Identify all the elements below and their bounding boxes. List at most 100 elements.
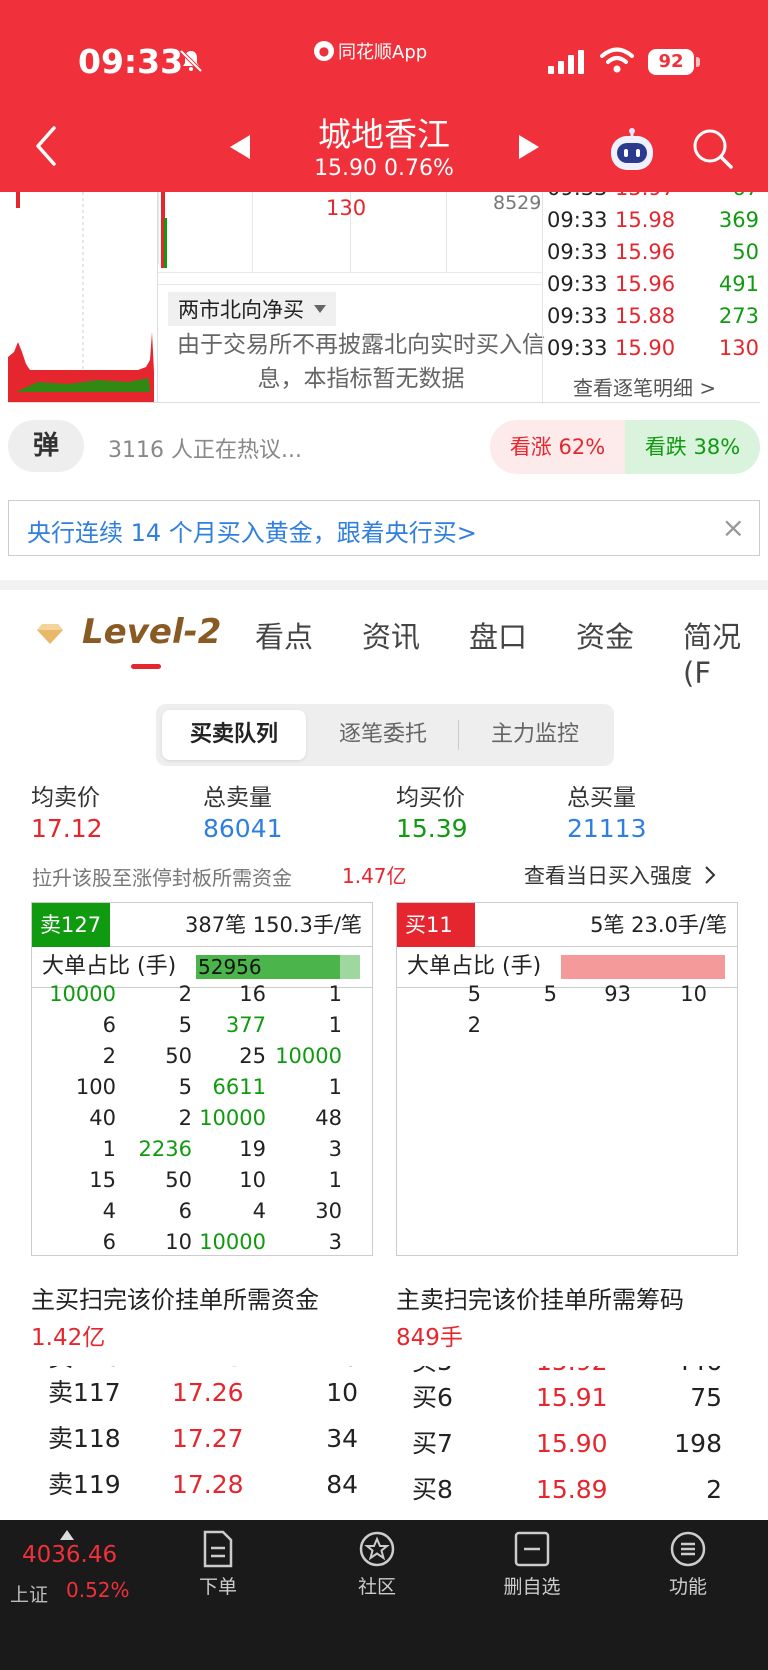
ask-row[interactable]: 卖119 17.28 84 [48, 1463, 358, 1507]
queue-cell: 5 [178, 1013, 192, 1037]
signal-icon [548, 50, 584, 74]
index-change-pct: 0.52% [66, 1578, 130, 1602]
robot-assistant-icon[interactable] [608, 128, 656, 172]
ask-row[interactable]: 卖118 17.27 34 [48, 1417, 358, 1461]
queue-cell: 10 [680, 982, 707, 1006]
queue-cell: 1 [328, 1075, 342, 1099]
buy-strength-link[interactable]: 查看当日买入强度 [524, 860, 717, 890]
grid-line [446, 192, 447, 272]
close-icon[interactable]: × [722, 511, 745, 544]
tab-news[interactable]: 资讯 [362, 614, 420, 656]
trade-row: 09:33 15.90 130 [547, 332, 759, 364]
buy-level-tag: 买11 [397, 903, 475, 947]
queue-row: 1 2236 19 3 [32, 1134, 372, 1165]
queue-cell: 1 [328, 1168, 342, 1192]
trade-time: 09:33 [547, 304, 608, 328]
segment-main-monitor[interactable]: 主力监控 [460, 710, 610, 760]
queue-cell: 5 [467, 982, 481, 1006]
vote-bearish-button[interactable]: 看跌 38% [625, 420, 760, 474]
ask-volume: 34 [326, 1424, 358, 1453]
segment-divider [458, 720, 459, 750]
grid-line [252, 192, 253, 272]
total-buy-label: 总买量 [567, 785, 636, 811]
trade-price: 15.88 [615, 304, 676, 328]
buy-queue-header: 买11 5笔 23.0手/笔 [397, 903, 737, 947]
trade-volume: 273 [718, 304, 759, 328]
queue-cell: 6 [178, 1199, 192, 1223]
ask-price: 17.28 [172, 1470, 244, 1499]
avg-sell-label: 均卖价 [31, 785, 100, 811]
tab-orderbook[interactable]: 盘口 [469, 614, 527, 656]
chart-area: 130 8529 两市北向净买 由于交易所不再披露北向实时买入信息，本指标暂无数… [0, 192, 768, 404]
bid-price: 15.89 [536, 1475, 608, 1504]
view-tick-detail-link[interactable]: 查看逐笔明细 > [573, 372, 716, 401]
tab-profile[interactable]: 简况(F [683, 614, 768, 690]
queue-cell: 4 [102, 1199, 116, 1223]
buy-queue-grid: 5 5 93 10 2 [397, 979, 737, 1041]
bid-row[interactable]: 买7 15.90 198 [412, 1422, 722, 1466]
north-flow-select[interactable]: 两市北向净买 [168, 292, 336, 326]
promo-text[interactable]: 央行连续 14 个月买入黄金，跟着央行买> [27, 513, 477, 548]
queue-cell: 5 [178, 1075, 192, 1099]
queue-cell: 40 [89, 1106, 116, 1130]
queue-cell: 10 [239, 1168, 266, 1192]
tab-funds[interactable]: 资金 [576, 614, 634, 656]
north-flow-message: 由于交易所不再披露北向实时买入信息，本指标暂无数据 [177, 332, 545, 392]
queue-row: 10000 2 16 1 [32, 979, 372, 1010]
community-star-icon [359, 1531, 395, 1567]
sell-big-order-value: 52956 [198, 955, 262, 979]
status-time: 09:33 [78, 42, 184, 81]
trade-row: 09:33 15.98 369 [547, 204, 759, 236]
avg-sell-value: 17.12 [31, 814, 103, 843]
bullet-comment-toggle[interactable]: 弹 [8, 420, 84, 472]
ask-volume: 10 [326, 1378, 358, 1407]
queue-cell: 377 [225, 1013, 266, 1037]
queue-cell: 6 [102, 1230, 116, 1254]
segment-queue[interactable]: 买卖队列 [162, 710, 306, 760]
queue-cell: 6 [102, 1013, 116, 1037]
queue-cell: 16 [239, 982, 266, 1006]
nav-remove-watchlist[interactable]: 删自选 [482, 1530, 582, 1599]
queue-cell: 2 [102, 1044, 116, 1068]
queue-row: 6 5 377 1 [32, 1010, 372, 1041]
promo-banner[interactable]: 央行连续 14 个月买入黄金，跟着央行买> × [8, 500, 760, 556]
queue-cell: 2 [467, 1013, 481, 1037]
queue-cell: 2 [178, 1106, 192, 1130]
app-label: ● 同花顺App [314, 38, 427, 64]
bid-row[interactable]: 买8 15.89 2 [412, 1468, 722, 1512]
discussion-count[interactable]: 3116 人正在热议... [108, 432, 302, 464]
queue-cell: 2236 [138, 1137, 192, 1161]
search-icon[interactable] [692, 128, 734, 170]
next-stock-icon[interactable] [517, 134, 541, 160]
queue-cell: 25 [239, 1044, 266, 1068]
queue-cell: 93 [604, 982, 631, 1006]
nav-functions-label: 功能 [668, 1576, 707, 1598]
index-value[interactable]: 4036.46 [22, 1542, 117, 1568]
sell-level-tag: 卖127 [32, 903, 110, 947]
buy-strength-link-label: 查看当日买入强度 [524, 864, 692, 888]
sweep-buy-value: 1.42亿 [31, 1325, 106, 1351]
queue-cell: 48 [315, 1106, 342, 1130]
bid-row[interactable]: 买6 15.91 75 [412, 1376, 722, 1420]
nav-functions[interactable]: 功能 [638, 1530, 738, 1599]
chevron-down-icon [314, 305, 326, 313]
tab-level2[interactable]: Level-2 [82, 612, 221, 652]
vote-bullish-button[interactable]: 看涨 62% [490, 420, 625, 474]
bid-level: 买6 [412, 1383, 453, 1412]
nav-place-order[interactable]: 下单 [168, 1530, 268, 1599]
index-name: 上证 [10, 1584, 49, 1606]
segment-tick-orders[interactable]: 逐笔委托 [308, 710, 458, 760]
order-book: 卖11617.256 卖117 17.26 10 卖118 17.27 34 卖… [0, 1366, 768, 1520]
trade-price: 15.90 [615, 336, 676, 360]
queue-cell: 10000 [49, 982, 116, 1006]
nav-community[interactable]: 社区 [327, 1530, 427, 1599]
ask-row[interactable]: 卖117 17.26 10 [48, 1371, 358, 1415]
diamond-icon [37, 624, 63, 644]
volume-bar [164, 218, 167, 268]
trade-time: 09:33 [547, 240, 608, 264]
bottom-toolbar: 4036.46 上证 0.52% 下单 社区 删自选 功能 [0, 1520, 768, 1670]
queue-row: 100 5 6611 1 [32, 1072, 372, 1103]
up-triangle-icon [60, 1530, 74, 1540]
tab-highlights[interactable]: 看点 [255, 614, 313, 656]
trade-volume: 50 [732, 240, 759, 264]
